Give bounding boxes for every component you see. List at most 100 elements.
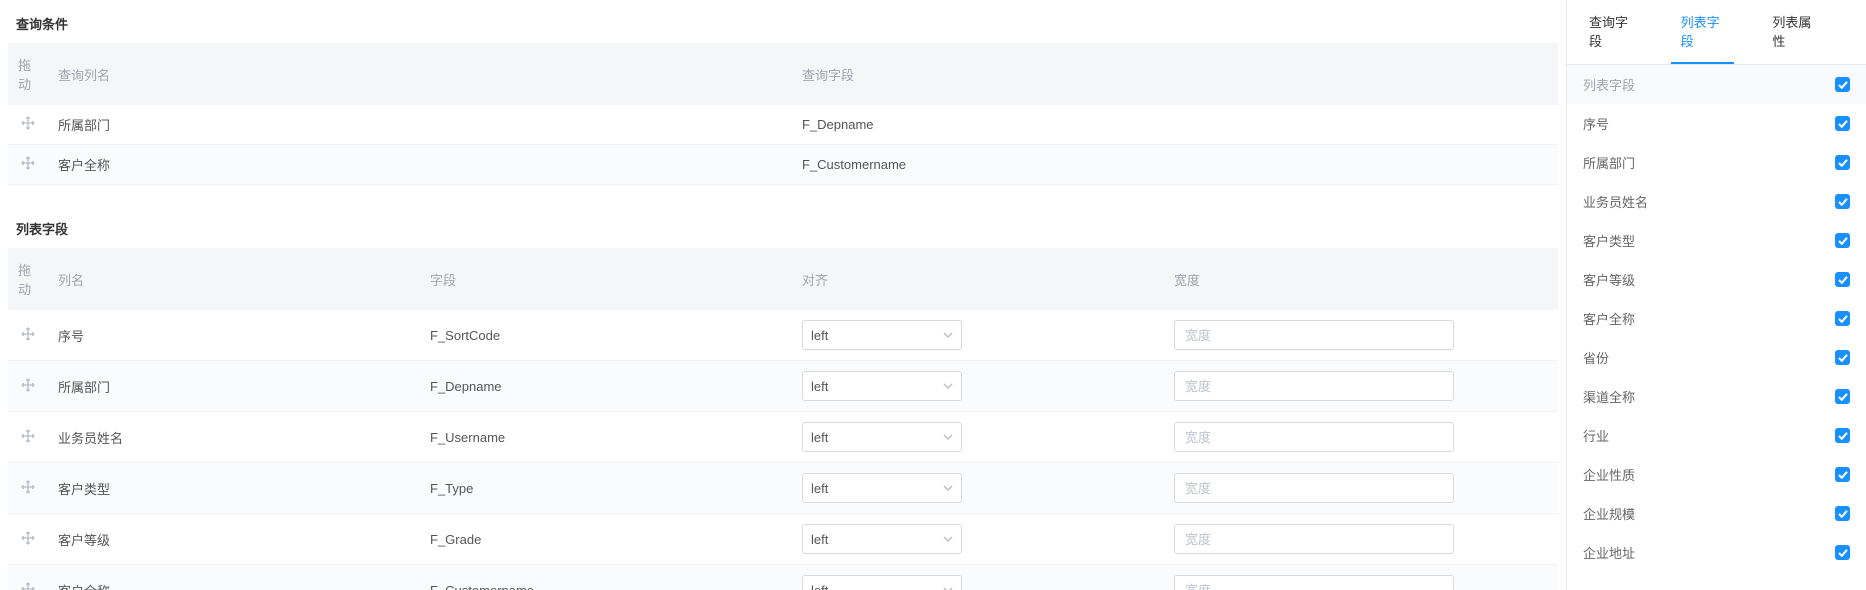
check-item[interactable]: 序号 [1567, 104, 1866, 143]
list-name-cell: 业务员姓名 [48, 412, 420, 463]
tab-列表字段[interactable]: 列表字段 [1671, 0, 1735, 64]
col-drag: 拖动 [8, 43, 48, 105]
check-label: 行业 [1583, 426, 1609, 445]
check-label: 企业地址 [1583, 543, 1635, 562]
list-table: 拖动 列名 字段 对齐 宽度 序号F_SortCodeleft所属部门F_Dep… [8, 248, 1558, 590]
check-item[interactable]: 企业地址 [1567, 533, 1866, 572]
tab-查询字段[interactable]: 查询字段 [1579, 0, 1643, 64]
check-header-label: 列表字段 [1583, 75, 1635, 94]
checkbox-icon[interactable] [1835, 428, 1850, 443]
list-name-cell: 客户类型 [48, 463, 420, 514]
table-row: 客户等级F_Grade left [8, 514, 1558, 565]
align-select[interactable]: left [802, 524, 962, 554]
tabs: 查询字段列表字段列表属性 [1567, 0, 1866, 65]
width-input[interactable] [1174, 524, 1454, 554]
check-item[interactable]: 所属部门 [1567, 143, 1866, 182]
align-select[interactable]: left [802, 473, 962, 503]
checkbox-icon[interactable] [1835, 77, 1850, 92]
check-label: 客户全称 [1583, 309, 1635, 328]
align-select[interactable]: left [802, 422, 962, 452]
table-row: 客户全称F_Customername [8, 145, 1558, 185]
width-input[interactable] [1174, 422, 1454, 452]
check-label: 客户等级 [1583, 270, 1635, 289]
check-label: 业务员姓名 [1583, 192, 1648, 211]
col-drag: 拖动 [8, 248, 48, 310]
side-panel: 查询字段列表字段列表属性 列表字段序号所属部门业务员姓名客户类型客户等级客户全称… [1566, 0, 1866, 590]
chevron-down-icon [943, 328, 953, 343]
list-field-cell: F_Grade [420, 514, 792, 565]
field-check-list: 列表字段序号所属部门业务员姓名客户类型客户等级客户全称省份渠道全称行业企业性质企… [1567, 65, 1866, 590]
check-header[interactable]: 列表字段 [1567, 65, 1866, 104]
width-input[interactable] [1174, 473, 1454, 503]
width-input[interactable] [1174, 371, 1454, 401]
checkbox-icon[interactable] [1835, 194, 1850, 209]
query-name-cell: 所属部门 [48, 105, 792, 145]
table-row: 业务员姓名F_Username left [8, 412, 1558, 463]
checkbox-icon[interactable] [1835, 467, 1850, 482]
align-value: left [811, 532, 828, 547]
check-item[interactable]: 客户类型 [1567, 221, 1866, 260]
align-value: left [811, 430, 828, 445]
list-field-cell: F_Depname [420, 361, 792, 412]
checkbox-icon[interactable] [1835, 233, 1850, 248]
check-item[interactable]: 企业规模 [1567, 494, 1866, 533]
main-panel: 查询条件 拖动 查询列名 查询字段 所属部门F_Depname客户全称F_Cus… [0, 0, 1566, 590]
check-label: 渠道全称 [1583, 387, 1635, 406]
drag-handle-icon[interactable] [21, 327, 35, 344]
checkbox-icon[interactable] [1835, 272, 1850, 287]
align-value: left [811, 379, 828, 394]
query-section-title: 查询条件 [8, 8, 1558, 43]
col-align: 对齐 [792, 248, 1164, 310]
list-field-cell: F_SortCode [420, 310, 792, 361]
list-name-cell: 所属部门 [48, 361, 420, 412]
drag-handle-icon[interactable] [21, 531, 35, 548]
checkbox-icon[interactable] [1835, 350, 1850, 365]
chevron-down-icon [943, 481, 953, 496]
chevron-down-icon [943, 583, 953, 590]
check-item[interactable]: 业务员姓名 [1567, 182, 1866, 221]
checkbox-icon[interactable] [1835, 311, 1850, 326]
drag-handle-icon[interactable] [21, 582, 35, 590]
checkbox-icon[interactable] [1835, 389, 1850, 404]
list-field-cell: F_Username [420, 412, 792, 463]
checkbox-icon[interactable] [1835, 155, 1850, 170]
drag-handle-icon[interactable] [21, 116, 35, 133]
check-item[interactable]: 企业性质 [1567, 455, 1866, 494]
align-select[interactable]: left [802, 371, 962, 401]
drag-handle-icon[interactable] [21, 378, 35, 395]
width-input[interactable] [1174, 320, 1454, 350]
check-label: 序号 [1583, 114, 1609, 133]
list-name-cell: 客户等级 [48, 514, 420, 565]
width-input[interactable] [1174, 575, 1454, 590]
check-item[interactable]: 省份 [1567, 338, 1866, 377]
drag-handle-icon[interactable] [21, 429, 35, 446]
check-item[interactable]: 客户等级 [1567, 260, 1866, 299]
checkbox-icon[interactable] [1835, 506, 1850, 521]
drag-handle-icon[interactable] [21, 480, 35, 497]
query-field-cell: F_Customername [792, 145, 1558, 185]
checkbox-icon[interactable] [1835, 545, 1850, 560]
tab-列表属性[interactable]: 列表属性 [1762, 0, 1826, 64]
chevron-down-icon [943, 379, 953, 394]
list-name-cell: 客户全称 [48, 565, 420, 590]
list-field-cell: F_Type [420, 463, 792, 514]
align-select[interactable]: left [802, 320, 962, 350]
chevron-down-icon [943, 532, 953, 547]
check-item[interactable]: 行业 [1567, 416, 1866, 455]
col-field: 字段 [420, 248, 792, 310]
check-label: 企业性质 [1583, 465, 1635, 484]
list-field-cell: F_Customername [420, 565, 792, 590]
chevron-down-icon [943, 430, 953, 445]
query-table: 拖动 查询列名 查询字段 所属部门F_Depname客户全称F_Customer… [8, 43, 1558, 185]
drag-handle-icon[interactable] [21, 156, 35, 173]
align-select[interactable]: left [802, 575, 962, 590]
check-item[interactable]: 渠道全称 [1567, 377, 1866, 416]
checkbox-icon[interactable] [1835, 116, 1850, 131]
check-item[interactable]: 客户全称 [1567, 299, 1866, 338]
align-value: left [811, 583, 828, 590]
col-queryname: 查询列名 [48, 43, 792, 105]
query-name-cell: 客户全称 [48, 145, 792, 185]
col-width: 宽度 [1164, 248, 1558, 310]
table-row: 序号F_SortCodeleft [8, 310, 1558, 361]
check-label: 企业规模 [1583, 504, 1635, 523]
